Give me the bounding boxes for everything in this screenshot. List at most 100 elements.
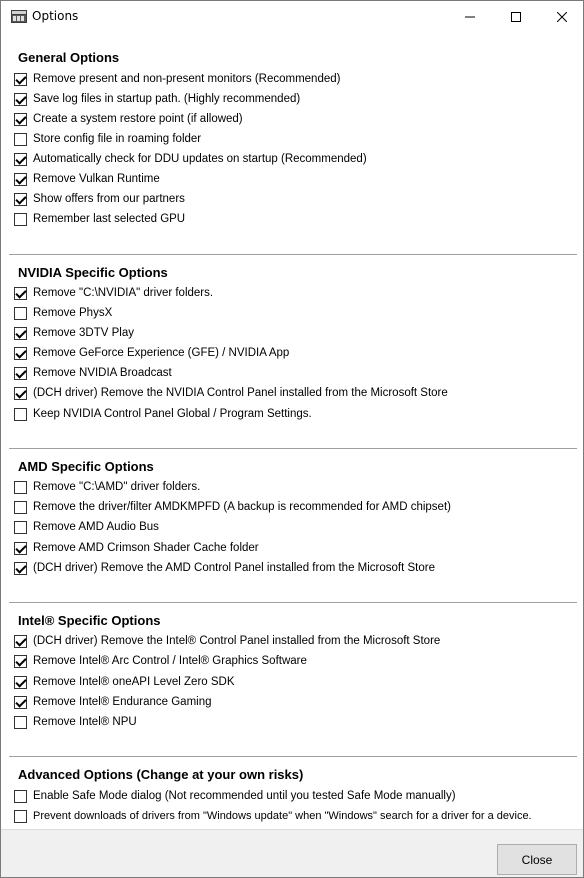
option-label: Remove AMD Audio Bus — [33, 521, 159, 533]
option-amd-2[interactable]: Remove AMD Audio Bus — [14, 519, 159, 535]
checkbox[interactable] — [14, 326, 27, 340]
option-label: Remove "C:\NVIDIA" driver folders. — [33, 287, 214, 299]
option-label: (DCH driver) Remove the Intel® Control P… — [33, 635, 441, 647]
option-label: Remove the driver/filter AMDKMPFD (A bac… — [33, 501, 451, 513]
option-label: Remove Intel® oneAPI Level Zero SDK — [33, 676, 235, 688]
checkbox[interactable] — [14, 500, 27, 514]
minimize-button[interactable] — [447, 1, 493, 33]
checkbox[interactable] — [14, 366, 27, 380]
option-nvidia-4[interactable]: Remove NVIDIA Broadcast — [14, 365, 172, 381]
close-icon — [557, 12, 567, 22]
checkbox[interactable] — [14, 695, 27, 709]
checkbox[interactable] — [14, 407, 27, 421]
option-label: Prevent downloads of drivers from "Windo… — [33, 810, 532, 822]
checkbox[interactable] — [14, 809, 27, 823]
option-label: (DCH driver) Remove the AMD Control Pane… — [33, 562, 436, 574]
option-label: Remove NVIDIA Broadcast — [33, 367, 172, 379]
checkbox[interactable] — [14, 789, 27, 803]
dialog-footer: Close — [1, 829, 583, 877]
checkbox[interactable] — [14, 112, 27, 126]
close-window-button[interactable] — [539, 1, 584, 33]
option-label: Remove Intel® Arc Control / Intel® Graph… — [33, 655, 307, 667]
option-nvidia-0[interactable]: Remove "C:\NVIDIA" driver folders. — [14, 285, 213, 301]
checkbox[interactable] — [14, 346, 27, 360]
section-title-nvidia: NVIDIA Specific Options — [18, 265, 168, 280]
checkbox[interactable] — [14, 634, 27, 648]
option-label: Automatically check for DDU updates on s… — [33, 153, 367, 165]
close-button[interactable]: Close — [497, 844, 577, 875]
option-label: Remove 3DTV Play — [33, 327, 134, 339]
option-label: Create a system restore point (if allowe… — [33, 113, 243, 125]
checkbox[interactable] — [14, 306, 27, 320]
option-amd-0[interactable]: Remove "C:\AMD" driver folders. — [14, 479, 200, 495]
option-intel-0[interactable]: (DCH driver) Remove the Intel® Control P… — [14, 633, 440, 649]
section-divider — [9, 448, 577, 449]
option-label: Save log files in startup path. (Highly … — [33, 93, 301, 105]
option-label: Remove Vulkan Runtime — [33, 173, 160, 185]
option-label: Enable Safe Mode dialog (Not recommended… — [33, 790, 456, 802]
checkbox[interactable] — [14, 520, 27, 534]
checkbox[interactable] — [14, 132, 27, 146]
ddu-app-icon — [11, 10, 27, 23]
option-nvidia-1[interactable]: Remove PhysX — [14, 305, 112, 321]
checkbox[interactable] — [14, 286, 27, 300]
section-title-advanced: Advanced Options (Change at your own ris… — [18, 767, 304, 782]
checkbox[interactable] — [14, 172, 27, 186]
option-nvidia-3[interactable]: Remove GeForce Experience (GFE) / NVIDIA… — [14, 345, 289, 361]
option-general-4[interactable]: Automatically check for DDU updates on s… — [14, 151, 367, 167]
option-nvidia-2[interactable]: Remove 3DTV Play — [14, 325, 134, 341]
checkbox[interactable] — [14, 212, 27, 226]
checkbox[interactable] — [14, 386, 27, 400]
section-divider — [9, 756, 577, 757]
section-title-amd: AMD Specific Options — [18, 459, 154, 474]
option-intel-2[interactable]: Remove Intel® oneAPI Level Zero SDK — [14, 674, 235, 690]
section-title-general: General Options — [18, 50, 120, 65]
checkbox[interactable] — [14, 72, 27, 86]
option-amd-3[interactable]: Remove AMD Crimson Shader Cache folder — [14, 540, 259, 556]
title-bar[interactable]: Options — [1, 1, 583, 33]
section-divider — [9, 602, 577, 603]
option-label: Remove present and non-present monitors … — [33, 73, 341, 85]
option-general-5[interactable]: Remove Vulkan Runtime — [14, 171, 160, 187]
options-window: Options General Options Remove present a… — [0, 0, 584, 878]
minimize-icon — [465, 16, 475, 18]
maximize-icon — [511, 12, 521, 22]
option-general-6[interactable]: Show offers from our partners — [14, 191, 185, 207]
section-divider — [9, 254, 577, 255]
checkbox[interactable] — [14, 654, 27, 668]
checkbox[interactable] — [14, 480, 27, 494]
maximize-button[interactable] — [493, 1, 539, 33]
checkbox[interactable] — [14, 561, 27, 575]
option-amd-1[interactable]: Remove the driver/filter AMDKMPFD (A bac… — [14, 499, 451, 515]
option-intel-3[interactable]: Remove Intel® Endurance Gaming — [14, 694, 212, 710]
option-advanced-0[interactable]: Enable Safe Mode dialog (Not recommended… — [14, 788, 456, 804]
checkbox[interactable] — [14, 92, 27, 106]
option-label: Keep NVIDIA Control Panel Global / Progr… — [33, 408, 312, 420]
option-label: Remove PhysX — [33, 307, 113, 319]
option-general-0[interactable]: Remove present and non-present monitors … — [14, 71, 340, 87]
option-label: Remove Intel® Endurance Gaming — [33, 696, 212, 708]
checkbox[interactable] — [14, 715, 27, 729]
option-general-2[interactable]: Create a system restore point (if allowe… — [14, 111, 243, 127]
option-nvidia-6[interactable]: Keep NVIDIA Control Panel Global / Progr… — [14, 406, 312, 422]
option-label: Remove AMD Crimson Shader Cache folder — [33, 542, 259, 554]
option-general-3[interactable]: Store config file in roaming folder — [14, 131, 201, 147]
option-label: Show offers from our partners — [33, 193, 185, 205]
option-amd-4[interactable]: (DCH driver) Remove the AMD Control Pane… — [14, 560, 435, 576]
window-title: Options — [32, 9, 79, 23]
option-general-1[interactable]: Save log files in startup path. (Highly … — [14, 91, 300, 107]
checkbox[interactable] — [14, 675, 27, 689]
checkbox[interactable] — [14, 152, 27, 166]
option-intel-4[interactable]: Remove Intel® NPU — [14, 714, 137, 730]
option-label: Remember last selected GPU — [33, 213, 186, 225]
option-general-7[interactable]: Remember last selected GPU — [14, 211, 185, 227]
option-advanced-1[interactable]: Prevent downloads of drivers from "Windo… — [14, 808, 532, 824]
option-nvidia-5[interactable]: (DCH driver) Remove the NVIDIA Control P… — [14, 385, 448, 401]
checkbox[interactable] — [14, 192, 27, 206]
checkbox[interactable] — [14, 541, 27, 555]
option-label: Remove GeForce Experience (GFE) / NVIDIA… — [33, 347, 290, 359]
option-label: Remove Intel® NPU — [33, 716, 137, 728]
option-intel-1[interactable]: Remove Intel® Arc Control / Intel® Graph… — [14, 653, 307, 669]
options-content: General Options Remove present and non-p… — [1, 33, 583, 829]
option-label: Store config file in roaming folder — [33, 133, 202, 145]
